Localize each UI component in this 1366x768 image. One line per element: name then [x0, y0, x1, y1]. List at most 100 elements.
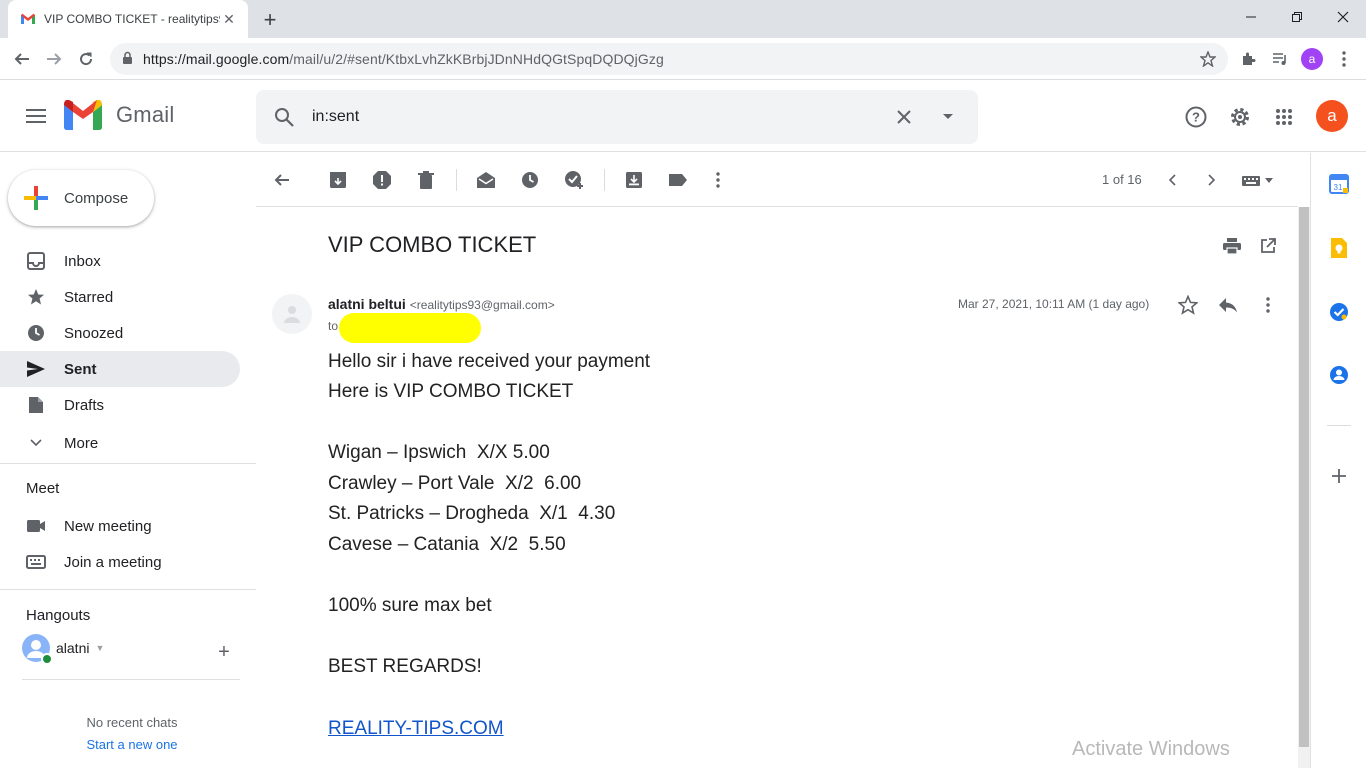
forward-button[interactable] — [40, 45, 68, 73]
account-avatar[interactable]: a — [1316, 100, 1348, 132]
compose-label: Compose — [64, 189, 129, 207]
gmail-logo[interactable]: Gmail — [64, 100, 174, 130]
search-bar[interactable]: in:sent — [256, 90, 978, 144]
minimize-icon — [1246, 16, 1256, 18]
search-icon[interactable] — [256, 107, 312, 127]
restore-icon — [1292, 12, 1302, 22]
add-to-tasks-icon[interactable] — [561, 167, 587, 193]
main-menu-icon[interactable] — [20, 104, 52, 128]
report-spam-icon[interactable] — [369, 167, 395, 193]
start-new-chat-link[interactable]: Start a new one — [0, 737, 264, 752]
sidebar-item-snoozed[interactable]: Snoozed — [0, 315, 240, 351]
add-chat-icon[interactable]: + — [214, 641, 234, 663]
open-new-window-icon[interactable] — [1258, 236, 1278, 256]
star-message-icon[interactable] — [1177, 294, 1199, 316]
pagination-count: 1 of 16 — [1102, 172, 1142, 187]
redaction-highlight — [339, 313, 481, 343]
activate-windows-watermark: Activate Windows — [1072, 738, 1230, 760]
hangouts-section-title: Hangouts — [26, 607, 91, 624]
browser-menu-icon[interactable] — [1332, 47, 1356, 71]
settings-gear-icon[interactable] — [1227, 104, 1253, 130]
star-icon — [26, 287, 46, 307]
label-tag-icon[interactable] — [665, 167, 691, 193]
restore-button[interactable] — [1274, 0, 1320, 34]
back-to-list-icon[interactable] — [269, 167, 295, 193]
archive-icon[interactable] — [325, 167, 351, 193]
delete-icon[interactable] — [413, 167, 439, 193]
browser-tab[interactable]: VIP COMBO TICKET - realitytips9 ✕ — [8, 0, 248, 38]
meet-new-meeting[interactable]: New meeting — [0, 508, 240, 544]
close-window-button[interactable] — [1320, 0, 1366, 34]
extensions-icon[interactable] — [1236, 47, 1260, 71]
get-addons-plus-icon[interactable] — [1328, 465, 1350, 487]
help-icon[interactable]: ? — [1183, 104, 1209, 130]
compose-plus-icon — [24, 186, 48, 210]
sidebar-item-inbox[interactable]: Inbox — [0, 243, 240, 279]
sidebar-item-label: Inbox — [64, 252, 101, 270]
minimize-button[interactable] — [1228, 0, 1274, 34]
tasks-icon[interactable] — [1328, 301, 1350, 323]
reply-icon[interactable] — [1217, 294, 1239, 316]
body-line: Here is VIP COMBO TICKET — [328, 381, 574, 402]
reality-tips-link[interactable]: REALITY-TIPS.COM — [328, 718, 504, 740]
contacts-icon[interactable] — [1328, 364, 1350, 386]
hangouts-user[interactable]: alatni ▼ — [22, 634, 104, 665]
sidebar-item-label: Snoozed — [64, 324, 124, 342]
back-button[interactable] — [8, 45, 36, 73]
compose-button[interactable]: Compose — [8, 170, 154, 226]
mark-unread-icon[interactable] — [473, 167, 499, 193]
message-toolbar: 1 of 16 — [256, 153, 1298, 207]
more-options-icon[interactable] — [705, 167, 731, 193]
calendar-icon[interactable]: 31 — [1328, 173, 1350, 195]
sender-email: <realitytips93@gmail.com> — [409, 298, 555, 312]
sidebar-divider — [0, 589, 256, 590]
apps-grid-icon[interactable] — [1271, 104, 1297, 130]
sidebar-item-drafts[interactable]: Drafts — [0, 387, 240, 423]
sidebar-item-more[interactable]: More — [0, 425, 240, 461]
print-icon[interactable] — [1222, 236, 1242, 256]
svg-text:?: ? — [1192, 110, 1200, 125]
meet-join-meeting[interactable]: Join a meeting — [0, 544, 240, 580]
address-bar[interactable]: https://mail.google.com/mail/u/2/#sent/K… — [110, 43, 1228, 75]
url-text: https://mail.google.com/mail/u/2/#sent/K… — [143, 51, 1196, 67]
gmail-header: Gmail in:sent ? a — [0, 80, 1366, 152]
keyboard-icon — [26, 552, 46, 572]
input-tools-keyboard-icon[interactable] — [1238, 167, 1278, 193]
no-recent-chats-text: No recent chats — [86, 715, 178, 730]
keep-icon[interactable] — [1328, 237, 1350, 259]
url-host: https://mail.google.com — [143, 51, 290, 67]
sidebar-item-label: Drafts — [64, 396, 105, 414]
arrow-left-icon — [14, 53, 29, 65]
bookmark-star-icon[interactable] — [1196, 51, 1220, 67]
media-control-icon[interactable] — [1268, 47, 1292, 71]
sender-line: alatni beltui <realitytips93@gmail.com> — [328, 296, 555, 312]
search-input[interactable]: in:sent — [312, 108, 882, 126]
sidebar-item-label: More — [64, 434, 99, 452]
browser-profile-button[interactable]: a — [1300, 47, 1324, 71]
reload-button[interactable] — [72, 45, 100, 73]
sidebar-item-sent[interactable]: Sent — [0, 351, 240, 387]
move-to-icon[interactable] — [621, 167, 647, 193]
snooze-clock-icon[interactable] — [517, 167, 543, 193]
clear-search-icon[interactable] — [882, 109, 926, 125]
caret-down-icon[interactable]: ▼ — [95, 643, 104, 653]
newer-chevron-left-icon[interactable] — [1159, 167, 1185, 193]
hangouts-user-avatar — [22, 634, 53, 665]
lock-icon — [122, 51, 133, 67]
svg-text:31: 31 — [1334, 183, 1343, 192]
search-options-icon[interactable] — [926, 113, 970, 121]
scrollbar-thumb[interactable] — [1299, 207, 1309, 747]
message-more-icon[interactable] — [1257, 294, 1279, 316]
tab-title: VIP COMBO TICKET - realitytips9 — [44, 12, 220, 26]
side-panel: 31 — [1310, 153, 1366, 768]
hangouts-user-name: alatni — [56, 640, 90, 656]
body-line: 100% sure max bet — [328, 595, 492, 616]
new-tab-button[interactable]: + — [258, 7, 282, 32]
sender-name[interactable]: alatni beltui — [328, 296, 406, 312]
older-chevron-right-icon[interactable] — [1199, 167, 1225, 193]
recipient-to-label: to — [328, 319, 339, 333]
body-line: Wigan – Ipswich X/X 5.00 — [328, 442, 550, 463]
sidebar-item-starred[interactable]: Starred — [0, 279, 240, 315]
tab-close-icon[interactable]: ✕ — [220, 10, 238, 28]
hangouts-divider — [22, 679, 240, 680]
